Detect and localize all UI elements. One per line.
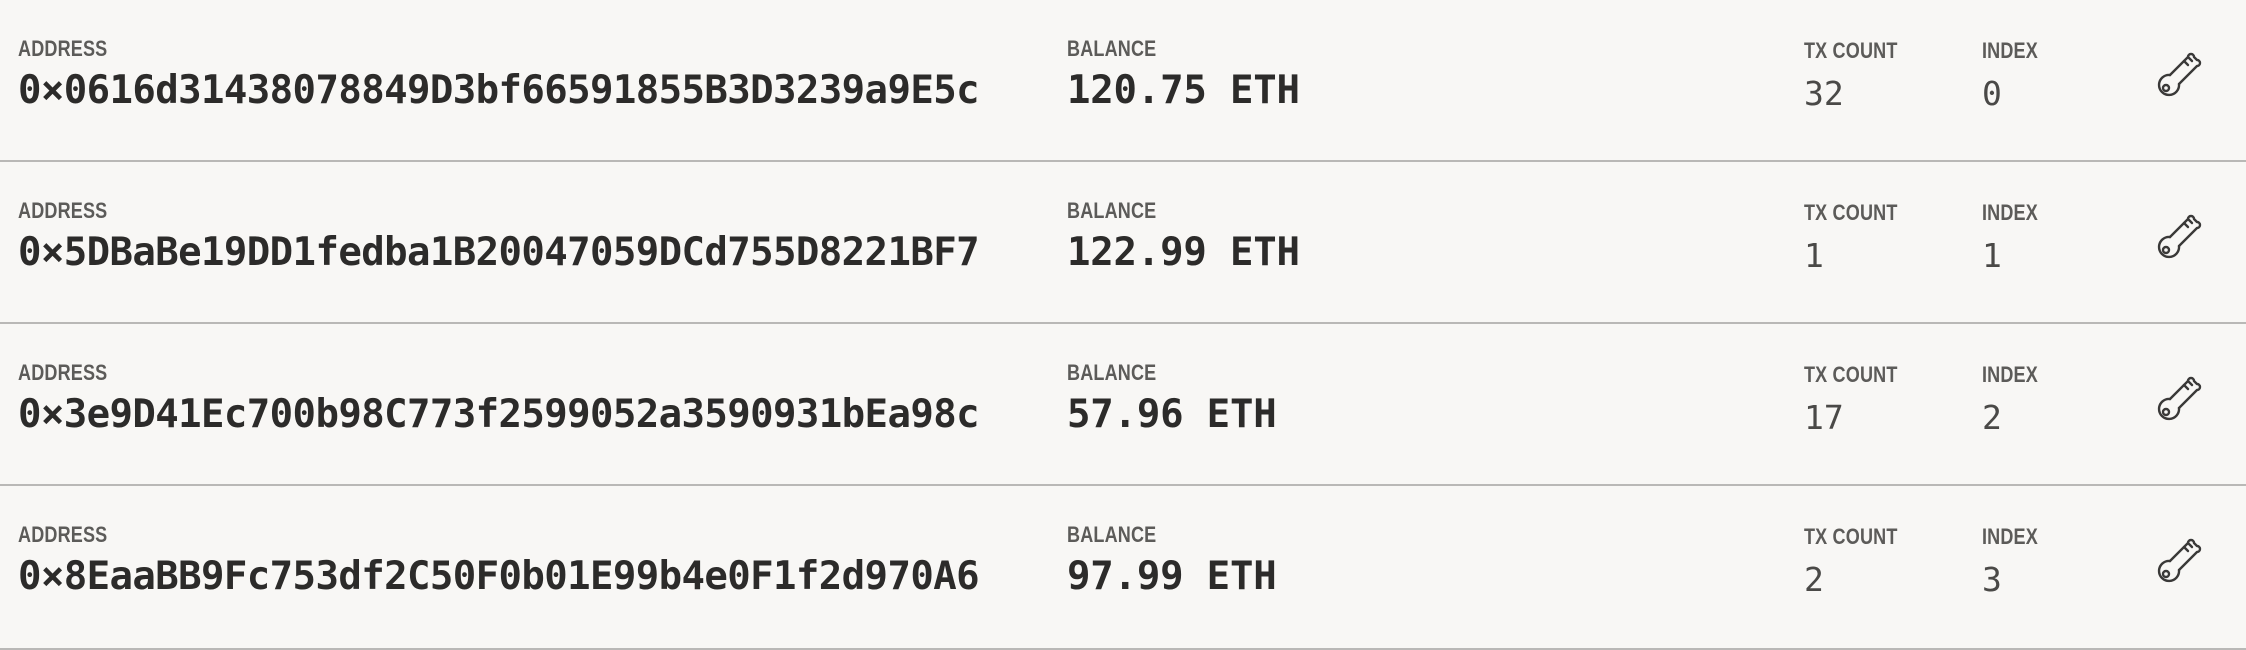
address-field: ADDRESS 0×0616d31438078849D3bf66591855B3… <box>18 36 980 114</box>
account-row: ADDRESS 0×0616d31438078849D3bf66591855B3… <box>0 0 2246 162</box>
index-label: INDEX <box>1982 362 2038 387</box>
key-icon <box>2157 376 2202 421</box>
tx-count-field: TX COUNT 32 <box>1804 38 1918 114</box>
balance-field: BALANCE 57.96 ETH <box>1067 360 1277 438</box>
show-keys-button[interactable] <box>2152 530 2208 590</box>
index-field: INDEX 1 <box>1982 200 2050 276</box>
address-value: 0×3e9D41Ec700b98C773f2599052a3590931bEa9… <box>18 392 980 437</box>
tx-count-label: TX COUNT <box>1804 38 1898 63</box>
address-value: 0×8EaaBB9Fc753df2C50F0b01E99b4e0F1f2d970… <box>18 554 980 599</box>
balance-label: BALANCE <box>1067 198 1157 223</box>
key-icon <box>2157 52 2202 97</box>
index-value: 2 <box>1982 398 2002 437</box>
balance-field: BALANCE 122.99 ETH <box>1067 198 1300 276</box>
index-field: INDEX 3 <box>1982 524 2050 600</box>
address-label: ADDRESS <box>18 522 108 547</box>
index-label: INDEX <box>1982 38 2038 63</box>
address-value: 0×5DBaBe19DD1fedba1B20047059DCd755D8221B… <box>18 230 980 275</box>
address-label: ADDRESS <box>18 360 108 385</box>
address-field: ADDRESS 0×8EaaBB9Fc753df2C50F0b01E99b4e0… <box>18 522 980 600</box>
show-keys-button[interactable] <box>2152 368 2208 428</box>
tx-count-label: TX COUNT <box>1804 362 1898 387</box>
address-field: ADDRESS 0×3e9D41Ec700b98C773f2599052a359… <box>18 360 980 438</box>
show-keys-button[interactable] <box>2152 44 2208 104</box>
tx-count-field: TX COUNT 17 <box>1804 362 1918 438</box>
balance-value: 122.99 ETH <box>1067 230 1300 275</box>
address-label: ADDRESS <box>18 36 108 61</box>
balance-value: 57.96 ETH <box>1067 392 1277 437</box>
account-row: ADDRESS 0×3e9D41Ec700b98C773f2599052a359… <box>0 324 2246 486</box>
balance-label: BALANCE <box>1067 522 1157 547</box>
key-icon <box>2157 538 2202 583</box>
index-value: 3 <box>1982 560 2002 599</box>
address-value: 0×0616d31438078849D3bf66591855B3D3239a9E… <box>18 68 980 113</box>
account-row: ADDRESS 0×5DBaBe19DD1fedba1B20047059DCd7… <box>0 162 2246 324</box>
index-value: 1 <box>1982 236 2002 275</box>
balance-field: BALANCE 97.99 ETH <box>1067 522 1277 600</box>
account-row: ADDRESS 0×8EaaBB9Fc753df2C50F0b01E99b4e0… <box>0 486 2246 650</box>
balance-label: BALANCE <box>1067 360 1157 385</box>
index-label: INDEX <box>1982 524 2038 549</box>
tx-count-value: 32 <box>1804 74 1844 113</box>
tx-count-label: TX COUNT <box>1804 200 1898 225</box>
tx-count-label: TX COUNT <box>1804 524 1898 549</box>
tx-count-value: 1 <box>1804 236 1824 275</box>
tx-count-field: TX COUNT 1 <box>1804 200 1918 276</box>
tx-count-field: TX COUNT 2 <box>1804 524 1918 600</box>
balance-value: 120.75 ETH <box>1067 68 1300 113</box>
index-field: INDEX 2 <box>1982 362 2050 438</box>
tx-count-value: 2 <box>1804 560 1824 599</box>
index-field: INDEX 0 <box>1982 38 2050 114</box>
tx-count-value: 17 <box>1804 398 1844 437</box>
accounts-list: ADDRESS 0×0616d31438078849D3bf66591855B3… <box>0 0 2246 650</box>
address-label: ADDRESS <box>18 198 108 223</box>
key-icon <box>2157 214 2202 259</box>
address-field: ADDRESS 0×5DBaBe19DD1fedba1B20047059DCd7… <box>18 198 980 276</box>
show-keys-button[interactable] <box>2152 206 2208 266</box>
balance-value: 97.99 ETH <box>1067 554 1277 599</box>
index-value: 0 <box>1982 74 2002 113</box>
balance-label: BALANCE <box>1067 36 1157 61</box>
index-label: INDEX <box>1982 200 2038 225</box>
balance-field: BALANCE 120.75 ETH <box>1067 36 1300 114</box>
